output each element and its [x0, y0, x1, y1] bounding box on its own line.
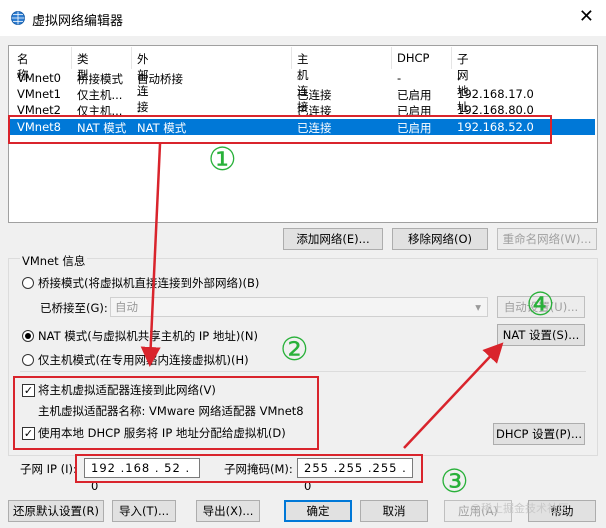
row-external: 自动桥接 [137, 72, 183, 86]
row-subnet: - [457, 71, 462, 85]
dhcp-settings-button[interactable]: DHCP 设置(P)... [493, 423, 585, 445]
rename-network-button[interactable]: 重命名网络(W)... [497, 228, 597, 250]
row-type: 桥接模式 [77, 72, 123, 86]
chevron-down-icon: ▾ [475, 300, 481, 314]
column-header-dhcp[interactable]: DHCP [397, 51, 429, 65]
row-subnet: 192.168.17.0 [457, 87, 534, 101]
ok-button[interactable]: 确定 [284, 500, 352, 522]
bridged-to-value: 自动 [115, 300, 138, 314]
close-icon[interactable]: ✕ [579, 6, 594, 27]
restore-defaults-button[interactable]: 还原默认设置(R) [8, 500, 104, 522]
row-type: 仅主机... [77, 88, 123, 102]
subnet-ip-label: 子网 IP (I): [20, 462, 77, 476]
host-only-label[interactable]: 仅主机模式(在专用网络内连接虚拟机)(H) [38, 352, 249, 368]
table-row[interactable]: VMnet0 桥接模式 自动桥接 - - - [9, 70, 595, 86]
annotation-box-1 [8, 115, 552, 144]
nat-mode-label[interactable]: NAT 模式(与虚拟机共享主机的 IP 地址)(N) [38, 328, 258, 344]
virtual-network-editor-window: 虚拟网络编辑器 ✕ 名称 类型 外部连接 主机连接 DHCP 子网地址 VMne… [0, 0, 606, 528]
annotation-number-2: ② [280, 330, 309, 368]
bridged-mode-radio[interactable] [22, 277, 34, 289]
vmnet-info-label: VMnet 信息 [20, 253, 88, 269]
add-network-button[interactable]: 添加网络(E)... [283, 228, 383, 250]
row-name: VMnet1 [17, 87, 61, 101]
annotation-number-1: ① [208, 140, 237, 178]
export-button[interactable]: 导出(X)... [196, 500, 260, 522]
import-button[interactable]: 导入(T)... [112, 500, 176, 522]
nat-settings-button[interactable]: NAT 设置(S)... [497, 324, 585, 346]
row-host: - [297, 71, 302, 85]
annotation-number-4: ④ [526, 285, 555, 323]
row-name: VMnet0 [17, 71, 61, 85]
bridged-mode-label[interactable]: 桥接模式(将虚拟机直接连接到外部网络)(B) [38, 275, 259, 291]
row-dhcp: 已启用 [397, 88, 432, 102]
separator [20, 371, 586, 372]
annotation-box-2 [13, 376, 319, 450]
bridged-to-label: 已桥接至(G): [40, 301, 108, 315]
title-bar: 虚拟网络编辑器 ✕ [0, 0, 606, 36]
annotation-number-3: ③ [440, 462, 469, 500]
remove-network-button[interactable]: 移除网络(O) [392, 228, 488, 250]
row-external: - [137, 87, 142, 101]
host-only-radio[interactable] [22, 354, 34, 366]
window-title: 虚拟网络编辑器 [32, 14, 124, 29]
bridged-to-select[interactable]: 自动 ▾ [110, 297, 488, 317]
row-dhcp: - [397, 71, 402, 85]
table-row[interactable]: VMnet1 仅主机... - 已连接 已启用 192.168.17.0 [9, 86, 595, 102]
nat-mode-radio[interactable] [22, 330, 34, 342]
watermark: @稀土掘金技术社区 [470, 502, 569, 515]
row-host: 已连接 [297, 88, 332, 102]
cancel-button[interactable]: 取消 [360, 500, 428, 522]
annotation-box-3 [75, 454, 423, 483]
network-globe-icon [11, 11, 25, 25]
